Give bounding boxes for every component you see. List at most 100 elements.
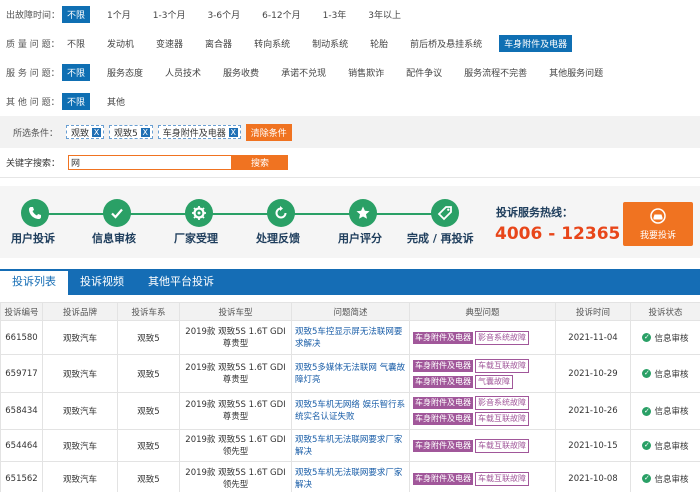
cell-series: 观致5	[117, 429, 180, 462]
check-circle-icon: ✓	[642, 369, 652, 378]
cell-date: 2021-10-15	[555, 429, 631, 462]
cell-date: 2021-11-04	[555, 320, 631, 355]
typical-problem-tag[interactable]: 车载互联故障	[475, 438, 529, 453]
cell-status: ✓ 信息审核	[630, 429, 700, 462]
table-header-row: 投诉编号 投诉品牌 投诉车系 投诉车型 问题简述 典型问题 投诉时间 投诉状态	[0, 302, 700, 321]
complain-button[interactable]: 我要投诉	[623, 202, 693, 246]
filter-service-other[interactable]: 其他服务问题	[544, 64, 608, 81]
status-text: 信息审核	[654, 474, 689, 485]
cell-desc-link[interactable]: 观致5车机无法联网要求厂家解决	[291, 461, 410, 492]
cell-types: 车身附件及电器 车载互联故障	[409, 461, 556, 492]
filter-time-1-3y[interactable]: 1-3年	[318, 6, 352, 23]
clear-conditions-button[interactable]: 清除条件	[245, 123, 292, 141]
filter-service-unlimited[interactable]: 不限	[62, 63, 91, 81]
cell-desc-link[interactable]: 观致5多媒体无法联网 气囊故障灯亮	[291, 354, 410, 393]
tab-complaint-list[interactable]: 投诉列表	[0, 269, 68, 295]
gear-icon	[185, 199, 213, 227]
selected-tag-text: 车身附件及电器	[162, 128, 226, 139]
filter-time-3-6m[interactable]: 3-6个月	[202, 6, 245, 23]
cell-status: ✓ 信息审核	[630, 320, 700, 355]
filter-service-skill[interactable]: 人员技术	[160, 64, 206, 81]
typical-problem-tag[interactable]: 车身附件及电器	[413, 397, 473, 409]
typical-problem-tag[interactable]: 车身附件及电器	[413, 413, 473, 425]
typical-problem-tag[interactable]: 气囊故障	[475, 374, 513, 389]
filter-row-service: 服 务 问 题： 不限 服务态度 人员技术 服务收费 承诺不兑现 销售欺诈 配件…	[0, 60, 700, 84]
table-row[interactable]: 651562 观致汽车 观致5 2019款 观致5S 1.6T GDI 领先型 观致5车…	[0, 461, 700, 492]
cell-desc-link[interactable]: 观致5车机无网络 娱乐智行系统实名认证失败	[291, 392, 410, 430]
cell-desc-link[interactable]: 观致5车控显示屏无法联网要求解决	[291, 320, 410, 355]
hotline-label: 投诉服务热线：	[496, 206, 573, 219]
table-row[interactable]: 659717 观致汽车 观致5 2019款 观致5S 1.6T GDI 尊贵型 观致5多…	[0, 354, 700, 393]
filter-time-6-12m[interactable]: 6-12个月	[257, 6, 305, 23]
check-circle-icon: ✓	[642, 333, 652, 342]
filter-service-fraud[interactable]: 销售欺诈	[343, 64, 389, 81]
status-text: 信息审核	[654, 407, 689, 417]
table-row[interactable]: 654464 观致汽车 观致5 2019款 观致5S 1.6T GDI 领先型 观致5车…	[0, 429, 700, 462]
close-icon[interactable]: X	[228, 127, 238, 137]
cell-brand: 观致汽车	[42, 429, 118, 462]
filter-service-process[interactable]: 服务流程不完善	[459, 64, 532, 81]
table-row[interactable]: 661580 观致汽车 观致5 2019款 观致5S 1.6T GDI 尊贵型 观致5车…	[0, 320, 700, 355]
typical-problem-tag[interactable]: 车载互联故障	[475, 358, 529, 373]
cell-id: 651562	[0, 461, 43, 492]
tab-complaint-video[interactable]: 投诉视频	[68, 269, 136, 295]
cell-types: 车身附件及电器 影音系统故障车身附件及电器 车载互联故障	[409, 392, 556, 430]
typical-problem-tag[interactable]: 车载互联故障	[475, 471, 529, 486]
filter-quality-brake[interactable]: 制动系统	[307, 35, 353, 52]
header-types: 典型问题	[409, 302, 556, 321]
search-button[interactable]: 搜索	[232, 155, 288, 170]
filter-time-3y-plus[interactable]: 3年以上	[363, 6, 406, 23]
table-row[interactable]: 658434 观致汽车 观致5 2019款 观致5S 1.6T GDI 尊贵型 观致5车…	[0, 392, 700, 430]
filter-time-unlimited[interactable]: 不限	[62, 5, 91, 23]
filter-time-1-3m[interactable]: 1-3个月	[148, 6, 191, 23]
cell-brand: 观致汽车	[42, 354, 118, 393]
filter-quality-clutch[interactable]: 离合器	[200, 35, 237, 52]
cell-model: 2019款 观致5S 1.6T GDI 尊贵型	[179, 392, 292, 430]
filter-quality-suspension[interactable]: 前后桥及悬挂系统	[405, 35, 487, 52]
filter-quality-body-electric[interactable]: 车身附件及电器	[499, 34, 573, 52]
status-badge: ✓ 信息审核	[642, 332, 689, 344]
typical-problem-tag[interactable]: 车身附件及电器	[413, 375, 473, 388]
tab-other-platforms[interactable]: 其他平台投诉	[136, 269, 226, 295]
typical-problem-tag[interactable]: 车身附件及电器	[413, 359, 473, 372]
cell-types: 车身附件及电器 车载互联故障车身附件及电器 气囊故障	[409, 354, 556, 393]
header-id: 投诉编号	[0, 302, 43, 321]
typical-problem-tag[interactable]: 车载互联故障	[475, 412, 529, 426]
cell-types: 车身附件及电器 车载互联故障	[409, 429, 556, 462]
filter-quality-tire[interactable]: 轮胎	[365, 35, 393, 52]
cell-status: ✓ 信息审核	[630, 354, 700, 393]
header-desc: 问题简述	[291, 302, 410, 321]
filter-service-attitude[interactable]: 服务态度	[102, 64, 148, 81]
header-brand: 投诉品牌	[42, 302, 118, 321]
cell-series: 观致5	[117, 461, 180, 492]
typical-problem-tag[interactable]: 车身附件及电器	[413, 472, 473, 485]
complaint-table: 投诉编号 投诉品牌 投诉车系 投诉车型 问题简述 典型问题 投诉时间 投诉状态 …	[0, 302, 700, 492]
check-circle-icon: ✓	[642, 406, 652, 416]
filter-quality-steering[interactable]: 转向系统	[249, 35, 295, 52]
check-icon	[103, 199, 131, 227]
cell-id: 661580	[0, 320, 43, 355]
typical-problem-tag[interactable]: 车身附件及电器	[413, 439, 473, 452]
close-icon[interactable]: X	[92, 127, 102, 137]
filter-other-other[interactable]: 其他	[102, 93, 130, 110]
filter-time-1m[interactable]: 1个月	[102, 6, 136, 23]
filter-service-promise[interactable]: 承诺不兑现	[276, 64, 331, 81]
typical-problem-tag[interactable]: 影音系统故障	[475, 330, 529, 345]
keyword-input[interactable]	[68, 155, 232, 170]
filter-other-unlimited[interactable]: 不限	[62, 92, 91, 110]
selected-tag: 观致 X	[66, 125, 105, 139]
close-icon[interactable]: X	[140, 127, 150, 137]
filter-label-service: 服 务 问 题：	[6, 68, 60, 79]
cell-desc-link[interactable]: 观致5车机无法联网要求厂家解决	[291, 429, 410, 462]
typical-problem-tag[interactable]: 车身附件及电器	[413, 331, 473, 344]
filter-quality-engine[interactable]: 发动机	[102, 35, 139, 52]
filter-quality-transmission[interactable]: 变速器	[151, 35, 188, 52]
filter-quality-unlimited[interactable]: 不限	[62, 35, 90, 52]
filter-service-fee[interactable]: 服务收费	[218, 64, 264, 81]
cell-id: 659717	[0, 354, 43, 393]
typical-problem-tag[interactable]: 影音系统故障	[475, 396, 529, 410]
filter-service-parts[interactable]: 配件争议	[401, 64, 447, 81]
header-series: 投诉车系	[117, 302, 180, 321]
step-label: 信息审核	[92, 232, 136, 245]
filter-row-other: 其 他 问 题： 不限 其他	[0, 89, 700, 113]
